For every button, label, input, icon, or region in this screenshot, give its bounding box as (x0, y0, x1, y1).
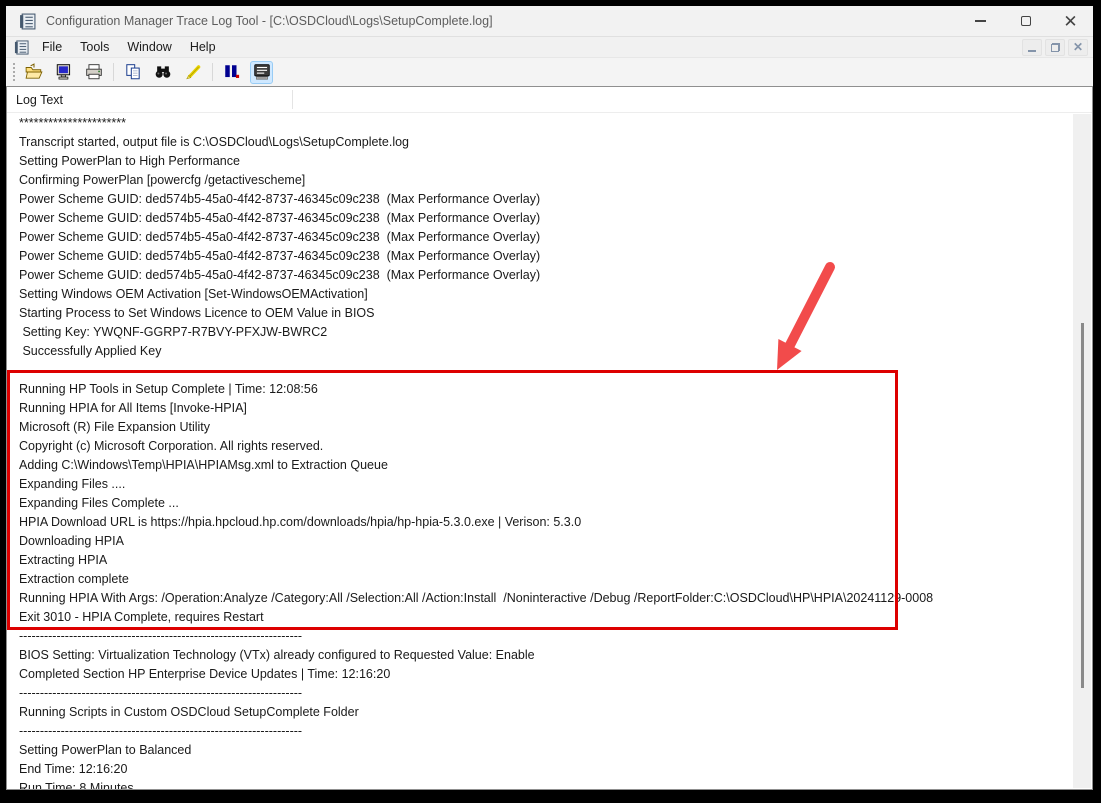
log-line[interactable]: Confirming PowerPlan [powercfg /getactiv… (7, 171, 1073, 190)
log-line[interactable]: Successfully Applied Key (7, 342, 1073, 361)
log-line[interactable]: ----------------------------------------… (7, 361, 1073, 380)
toolbar-separator (113, 63, 114, 81)
log-line[interactable]: Power Scheme GUID: ded574b5-45a0-4f42-87… (7, 228, 1073, 247)
log-lines: **********************Transcript started… (7, 114, 1073, 789)
log-line[interactable]: Completed Section HP Enterprise Device U… (7, 665, 1073, 684)
open-remote-icon (55, 63, 73, 81)
log-line[interactable]: Power Scheme GUID: ded574b5-45a0-4f42-87… (7, 266, 1073, 285)
log-line[interactable]: ----------------------------------------… (7, 722, 1073, 741)
mdi-minimize-button[interactable] (1022, 39, 1042, 56)
log-line[interactable]: Extraction complete (7, 570, 1073, 589)
vertical-scrollbar[interactable] (1073, 114, 1091, 788)
find-icon (154, 63, 172, 81)
maximize-icon (1021, 16, 1031, 26)
window-title: Configuration Manager Trace Log Tool - [… (46, 14, 958, 28)
column-divider[interactable] (292, 90, 293, 109)
highlight-icon (184, 63, 202, 81)
log-line[interactable]: Downloading HPIA (7, 532, 1073, 551)
window-controls: ✕ (958, 6, 1093, 36)
log-line[interactable]: Extracting HPIA (7, 551, 1073, 570)
mdi-window-controls: ✕ (1022, 39, 1088, 56)
minimize-button[interactable] (958, 6, 1003, 36)
pause-icon (223, 63, 241, 81)
open-log-icon (25, 63, 43, 81)
log-column-header-label: Log Text (16, 93, 63, 107)
toolbar-separator (212, 63, 213, 81)
log-line[interactable]: HPIA Download URL is https://hpia.hpclou… (7, 513, 1073, 532)
print-button[interactable] (82, 61, 105, 84)
toolbar-gripper[interactable] (13, 63, 15, 81)
cmtrace-app-icon (19, 13, 36, 30)
mdi-restore-icon (1051, 43, 1060, 52)
print-icon (85, 63, 103, 81)
log-line[interactable]: Expanding Files .... (7, 475, 1073, 494)
log-line[interactable]: Setting Windows OEM Activation [Set-Wind… (7, 285, 1073, 304)
log-line[interactable]: BIOS Setting: Virtualization Technology … (7, 646, 1073, 665)
copy-button[interactable] (121, 61, 144, 84)
mdi-minimize-icon (1028, 50, 1036, 52)
log-line[interactable]: Setting Key: YWQNF-GGRP7-R7BVY-PFXJW-BWR… (7, 323, 1073, 342)
log-line[interactable]: Copyright (c) Microsoft Corporation. All… (7, 437, 1073, 456)
open-remote-button[interactable] (52, 61, 75, 84)
log-line[interactable]: Running HP Tools in Setup Complete | Tim… (7, 380, 1073, 399)
mdi-restore-button[interactable] (1045, 39, 1065, 56)
log-line[interactable]: Setting PowerPlan to High Performance (7, 152, 1073, 171)
scrollbar-thumb[interactable] (1081, 323, 1084, 688)
log-line[interactable]: Transcript started, output file is C:\OS… (7, 133, 1073, 152)
menu-tools[interactable]: Tools (80, 40, 109, 54)
menu-file[interactable]: File (42, 40, 62, 54)
log-line[interactable]: End Time: 12:16:20 (7, 760, 1073, 779)
pause-button[interactable] (220, 61, 243, 84)
log-line[interactable]: Adding C:\Windows\Temp\HPIA\HPIAMsg.xml … (7, 456, 1073, 475)
close-button[interactable]: ✕ (1048, 6, 1093, 36)
close-icon: ✕ (1063, 13, 1077, 30)
menu-help[interactable]: Help (190, 40, 216, 54)
find-button[interactable] (151, 61, 174, 84)
highlight-button[interactable] (181, 61, 204, 84)
menu-window[interactable]: Window (127, 40, 171, 54)
log-line[interactable]: Exit 3010 - HPIA Complete, requires Rest… (7, 608, 1073, 627)
log-line[interactable]: Starting Process to Set Windows Licence … (7, 304, 1073, 323)
log-line[interactable]: Running Scripts in Custom OSDCloud Setup… (7, 703, 1073, 722)
mdi-close-icon: ✕ (1073, 41, 1083, 53)
log-line[interactable]: Setting PowerPlan to Balanced (7, 741, 1073, 760)
menu-items: File Tools Window Help (42, 40, 1022, 54)
log-line[interactable]: ----------------------------------------… (7, 684, 1073, 703)
title-bar: Configuration Manager Trace Log Tool - [… (6, 6, 1093, 37)
log-line[interactable]: Power Scheme GUID: ded574b5-45a0-4f42-87… (7, 247, 1073, 266)
message-view-icon (253, 63, 271, 81)
cmtrace-window: Configuration Manager Trace Log Tool - [… (6, 6, 1093, 790)
log-line[interactable]: ----------------------------------------… (7, 627, 1073, 646)
log-line[interactable]: ********************** (7, 114, 1073, 133)
log-line[interactable]: Running HPIA for All Items [Invoke-HPIA] (7, 399, 1073, 418)
log-line[interactable]: Run Time: 8 Minutes (7, 779, 1073, 789)
open-log-button[interactable] (22, 61, 45, 84)
log-line[interactable]: Power Scheme GUID: ded574b5-45a0-4f42-87… (7, 190, 1073, 209)
message-view-button[interactable] (250, 61, 273, 84)
menu-bar: File Tools Window Help ✕ (6, 37, 1093, 58)
copy-icon (124, 63, 142, 81)
log-line[interactable]: Expanding Files Complete ... (7, 494, 1073, 513)
log-line[interactable]: Running HPIA With Args: /Operation:Analy… (7, 589, 1073, 608)
maximize-button[interactable] (1003, 6, 1048, 36)
minimize-icon (975, 20, 986, 22)
log-column-header[interactable]: Log Text (7, 87, 1092, 113)
log-line[interactable]: Power Scheme GUID: ded574b5-45a0-4f42-87… (7, 209, 1073, 228)
log-line[interactable]: Microsoft (R) File Expansion Utility (7, 418, 1073, 437)
log-view: Log Text **********************Transcrip… (6, 86, 1093, 790)
log-document-icon (14, 40, 29, 55)
mdi-close-button[interactable]: ✕ (1068, 39, 1088, 56)
toolbar (6, 58, 1093, 86)
